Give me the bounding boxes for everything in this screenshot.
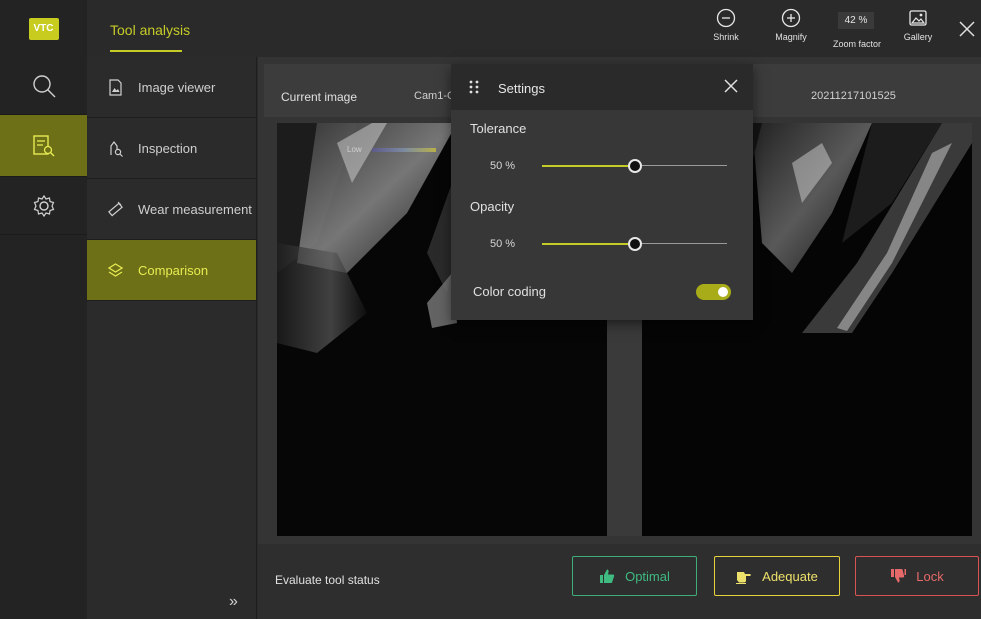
menu-item-comparison[interactable]: Comparison [87, 240, 256, 301]
rail-item-settings[interactable] [0, 177, 87, 235]
top-bar: VTC Tool analysis Shrink Magnify 42 % Zo… [0, 0, 981, 57]
settings-title: Settings [498, 81, 545, 96]
lock-label: Lock [916, 568, 944, 584]
magnify-button[interactable]: Magnify [766, 8, 816, 52]
legend-gradient-bar [371, 147, 436, 152]
color-coding-toggle[interactable] [696, 284, 731, 300]
comparison-image-date: 20211217101525 [811, 90, 896, 102]
menu-item-wear-measurement[interactable]: Wear measurement [87, 179, 256, 240]
settings-popup: Settings Tolerance 50 % Opacity 50 % Col… [451, 64, 753, 320]
ruler-icon [108, 201, 123, 216]
close-icon[interactable] [724, 79, 738, 93]
menu-item-label: Wear measurement [138, 201, 252, 217]
drag-handle-icon[interactable] [469, 80, 479, 94]
tolerance-value: 50 % [490, 160, 516, 172]
slider-thumb[interactable] [628, 237, 642, 251]
layers-icon [107, 262, 124, 277]
optimal-label: Optimal [625, 568, 670, 584]
zoom-factor-label: Zoom factor [832, 39, 881, 49]
legend-low-label: Low [347, 145, 362, 154]
tolerance-label: Tolerance [470, 121, 527, 136]
optimal-button[interactable]: Optimal [572, 556, 697, 596]
inspection-icon [110, 140, 123, 157]
menu-item-inspection[interactable]: Inspection [87, 118, 256, 179]
hand-pointing-icon [736, 572, 751, 584]
magnify-icon [781, 8, 801, 28]
expand-menu-button[interactable]: » [229, 593, 245, 610]
adequate-button[interactable]: Adequate [714, 556, 840, 596]
slider-thumb[interactable] [628, 159, 642, 173]
app-title[interactable]: Tool analysis [110, 22, 190, 38]
menu-item-label: Inspection [138, 140, 198, 156]
gear-icon [33, 194, 54, 217]
opacity-label: Opacity [470, 199, 515, 214]
menu-item-label: Comparison [138, 262, 209, 278]
settings-popup-header[interactable]: Settings [451, 64, 753, 110]
lock-button[interactable]: Lock [855, 556, 979, 596]
evaluate-status-label: Evaluate tool status [275, 573, 380, 587]
close-app-icon[interactable] [958, 20, 976, 38]
rail-item-tool-analysis[interactable] [0, 115, 87, 177]
zoom-factor-value[interactable]: 42 % [838, 12, 874, 29]
color-legend: Low [347, 145, 436, 154]
menu-item-label: Image viewer [138, 79, 216, 95]
menu-item-image-viewer[interactable]: Image viewer [87, 57, 256, 118]
gallery-icon [909, 10, 927, 26]
logo-cell: VTC [0, 0, 87, 57]
magnify-label: Magnify [775, 32, 807, 42]
app-title-underline [110, 50, 182, 52]
thumbs-down-icon [891, 569, 907, 583]
side-menu: Image viewer Inspection Wear measurement… [87, 57, 257, 619]
opacity-value: 50 % [490, 238, 516, 250]
thumbs-up-icon [600, 569, 615, 583]
opacity-slider[interactable] [542, 237, 727, 251]
current-image-label: Current image [281, 90, 358, 104]
toggle-knob [718, 287, 728, 297]
color-coding-label: Color coding [473, 284, 546, 299]
evaluation-footer: Evaluate tool status Optimal Adequate Lo… [258, 544, 981, 619]
app-logo: VTC [28, 17, 59, 40]
shrink-button[interactable]: Shrink [701, 8, 751, 52]
slider-fill [542, 243, 635, 245]
shrink-label: Shrink [713, 32, 739, 42]
gallery-label: Gallery [903, 32, 933, 42]
gallery-button[interactable]: Gallery [893, 8, 943, 52]
search-icon [32, 74, 55, 97]
image-file-icon [109, 78, 122, 96]
rail-item-search[interactable] [0, 57, 87, 115]
adequate-label: Adequate [762, 568, 818, 584]
icon-rail [0, 57, 87, 619]
shrink-icon [716, 8, 736, 28]
slider-fill [542, 165, 635, 167]
tool-analysis-icon [32, 134, 54, 156]
tolerance-slider[interactable] [542, 159, 727, 173]
